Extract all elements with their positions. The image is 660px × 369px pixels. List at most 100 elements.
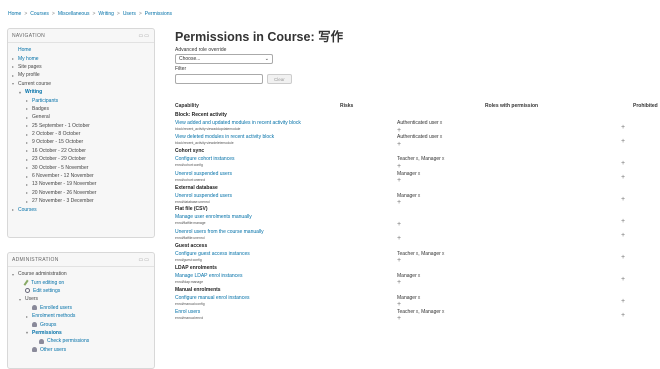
breadcrumb-item[interactable]: Courses bbox=[30, 11, 49, 17]
permissions-table-header: Capability Risks Roles with permission P… bbox=[175, 103, 660, 111]
administration-item[interactable]: Check permissions bbox=[12, 337, 150, 345]
capability-link[interactable]: Manage LDAP enrol instances bbox=[175, 273, 242, 279]
add-prohibited-role-button[interactable]: + bbox=[621, 298, 625, 305]
add-prohibited-role-button[interactable]: + bbox=[621, 124, 625, 131]
navigation-item: ▸ 30 October - 5 November bbox=[12, 163, 150, 171]
navigation-item-label: 6 November - 12 November bbox=[32, 173, 94, 180]
add-prohibited-role-button[interactable]: + bbox=[621, 254, 625, 261]
role-override-label: Advanced role override bbox=[175, 47, 227, 53]
role-name: Authenticated user bbox=[397, 134, 439, 141]
remove-role-icon[interactable]: x bbox=[418, 193, 421, 199]
roles-column-header: Roles with permission bbox=[485, 103, 539, 109]
navigation-item[interactable]: Home bbox=[12, 46, 150, 54]
administration-item[interactable]: Other users bbox=[12, 346, 150, 354]
add-role-button[interactable]: + bbox=[397, 163, 401, 170]
capability-link[interactable]: View deleted modules in recent activity … bbox=[175, 134, 274, 140]
add-role-button[interactable]: + bbox=[397, 177, 401, 184]
administration-item[interactable]: ▾ Permissions bbox=[12, 329, 150, 337]
add-role-button[interactable]: + bbox=[397, 301, 401, 308]
remove-role-icon[interactable]: x bbox=[442, 251, 445, 257]
add-role-button[interactable]: + bbox=[397, 141, 401, 148]
add-role-button[interactable]: + bbox=[397, 221, 401, 228]
administration-item[interactable]: Edit settings bbox=[12, 287, 150, 295]
administration-tree: ▾ Course administration Turn editing on Edi… bbox=[8, 267, 154, 357]
breadcrumb-item[interactable]: Writing bbox=[98, 11, 113, 17]
filter-label: Filter bbox=[175, 66, 187, 72]
breadcrumb-item[interactable]: Permissions bbox=[145, 11, 172, 17]
pencil-icon bbox=[23, 279, 30, 286]
add-prohibited-role-button[interactable]: + bbox=[621, 160, 625, 167]
breadcrumb-item[interactable]: Home bbox=[8, 11, 21, 17]
administration-item[interactable]: Groups bbox=[12, 320, 150, 328]
role-name: Manager bbox=[421, 308, 441, 315]
administration-item[interactable]: ▸ Enrolment methods bbox=[12, 312, 150, 320]
remove-role-icon[interactable]: x bbox=[442, 156, 445, 162]
administration-item: ▾ Course administration bbox=[12, 270, 150, 278]
administration-item-label: Check permissions bbox=[47, 338, 90, 345]
capability-code: enrol/cohort:unenrol bbox=[175, 177, 206, 182]
capability-row: Configure manual enrol instances enrol/ma… bbox=[175, 294, 660, 309]
add-role-button[interactable]: + bbox=[397, 235, 401, 242]
navigation-item[interactable]: ▾ Writing bbox=[12, 88, 150, 96]
capability-code: enrol/cohort:config bbox=[175, 163, 203, 168]
remove-role-icon[interactable]: x bbox=[440, 134, 443, 140]
navigation-item: ▸ 27 November - 3 December bbox=[12, 197, 150, 205]
capability-link[interactable]: Unenrol users from the course manually bbox=[175, 229, 264, 235]
navigation-item-label: General bbox=[32, 114, 50, 121]
capability-link[interactable]: Configure guest access instances bbox=[175, 251, 250, 257]
administration-item[interactable]: Turn editing on bbox=[12, 278, 150, 286]
capability-code: enrol/manual:enrol bbox=[175, 315, 204, 320]
capability-link[interactable]: Unenrol suspended users bbox=[175, 193, 232, 199]
chevron-down-icon: ⌄ bbox=[264, 56, 269, 62]
capability-code: enrol/ldap:manage bbox=[175, 279, 204, 284]
capability-link[interactable]: Configure cohort instances bbox=[175, 156, 234, 162]
remove-role-icon[interactable]: x bbox=[440, 120, 443, 126]
capability-code: block/recent_activity:viewdeletemodule bbox=[175, 141, 234, 146]
administration-item-label: Other users bbox=[40, 346, 67, 353]
add-prohibited-role-button[interactable]: + bbox=[621, 232, 625, 239]
remove-role-icon[interactable]: x bbox=[418, 171, 421, 177]
capability-code: enrol/guest:config bbox=[175, 257, 202, 262]
block-controls-icon[interactable]: ▭▭ bbox=[139, 33, 150, 39]
capability-link[interactable]: Configure manual enrol instances bbox=[175, 295, 250, 301]
administration-item[interactable]: Enrolled users bbox=[12, 304, 150, 312]
role-override-select[interactable]: Choose... ⌄ bbox=[175, 54, 273, 64]
add-prohibited-role-button[interactable]: + bbox=[621, 174, 625, 181]
add-prohibited-role-button[interactable]: + bbox=[621, 218, 625, 225]
filter-input[interactable] bbox=[175, 74, 263, 84]
navigation-item: ▸ General bbox=[12, 113, 150, 121]
add-role-button[interactable]: + bbox=[397, 257, 401, 264]
navigation-item-label: Current course bbox=[18, 80, 52, 87]
capability-link[interactable]: Enrol users bbox=[175, 309, 200, 315]
add-role-button[interactable]: + bbox=[397, 279, 401, 286]
remove-role-icon[interactable]: x bbox=[418, 295, 421, 301]
add-role-button[interactable]: + bbox=[397, 199, 401, 206]
capability-row: Unenrol suspended users enrol/database:un… bbox=[175, 192, 660, 207]
role-name: Authenticated user bbox=[397, 120, 439, 126]
block-controls-icon[interactable]: ▭▭ bbox=[139, 257, 150, 263]
add-prohibited-role-button[interactable]: + bbox=[621, 138, 625, 145]
capability-link[interactable]: View added and updated modules in recent… bbox=[175, 120, 301, 126]
capability-link[interactable]: Unenrol suspended users bbox=[175, 171, 232, 177]
navigation-item[interactable]: ▸ Courses bbox=[12, 205, 150, 213]
add-prohibited-role-button[interactable]: + bbox=[621, 196, 625, 203]
navigation-item[interactable]: ▸ My home bbox=[12, 54, 150, 62]
capability-row: Configure guest access instances enrol/gu… bbox=[175, 250, 660, 265]
capability-link[interactable]: Manage user enrolments manually bbox=[175, 214, 252, 220]
breadcrumb-separator: > bbox=[51, 10, 55, 17]
navigation-item-label: 2 October - 8 October bbox=[32, 131, 81, 138]
add-prohibited-role-button[interactable]: + bbox=[621, 276, 625, 283]
breadcrumb-item[interactable]: Users bbox=[123, 11, 136, 17]
breadcrumb-item[interactable]: Miscellaneous bbox=[58, 11, 90, 17]
add-role-button[interactable]: + bbox=[397, 315, 401, 322]
administration-block-title: ADMINISTRATION bbox=[12, 256, 59, 263]
navigation-item: ▸ 2 October - 8 October bbox=[12, 130, 150, 138]
add-role-button[interactable]: + bbox=[397, 127, 401, 134]
role-name: Manager bbox=[397, 170, 417, 177]
remove-role-icon[interactable]: x bbox=[418, 273, 421, 279]
navigation-item[interactable]: ▸ Participants bbox=[12, 96, 150, 104]
add-prohibited-role-button[interactable]: + bbox=[621, 312, 625, 319]
remove-role-icon[interactable]: x bbox=[442, 309, 445, 315]
clear-button[interactable]: Clear bbox=[267, 74, 292, 84]
allowed-roles: Teacherx, Managerx bbox=[397, 309, 444, 315]
